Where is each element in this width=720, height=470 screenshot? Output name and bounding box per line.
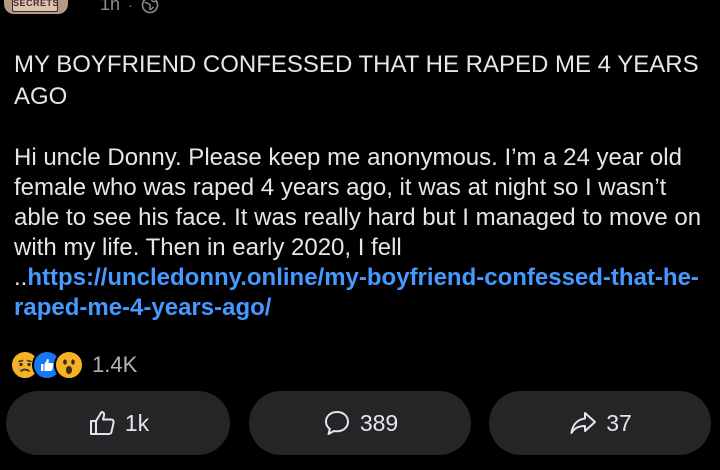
post-meta: 1h ·: [100, 0, 159, 15]
post-link[interactable]: https://uncledonny.online/my-boyfriend-c…: [14, 264, 699, 321]
post-title: MY BOYFRIEND CONFESSED THAT HE RAPED ME …: [14, 51, 699, 110]
like-count: 1k: [124, 409, 150, 436]
comment-bubble-icon: [322, 408, 352, 438]
post-timestamp[interactable]: 1h: [100, 0, 120, 15]
like-button[interactable]: 1k: [6, 391, 230, 455]
share-arrow-icon: [568, 408, 598, 438]
globe-icon: [141, 0, 159, 14]
share-count: 37: [606, 409, 632, 436]
thumbs-up-icon: [87, 408, 117, 438]
post-body: Hi uncle Donny. Please keep me anonymous…: [14, 143, 714, 323]
comment-count: 389: [359, 409, 399, 436]
wow-reaction-icon: [54, 350, 84, 380]
reactions-summary[interactable]: 1.4K: [10, 350, 137, 380]
author-avatar[interactable]: SECRETS: [4, 0, 68, 14]
reaction-count: 1.4K: [92, 352, 138, 377]
avatar-banner-text: SECRETS: [12, 0, 59, 12]
comment-button[interactable]: 389: [249, 391, 471, 455]
meta-separator: ·: [128, 0, 133, 13]
share-button[interactable]: 37: [489, 391, 711, 455]
